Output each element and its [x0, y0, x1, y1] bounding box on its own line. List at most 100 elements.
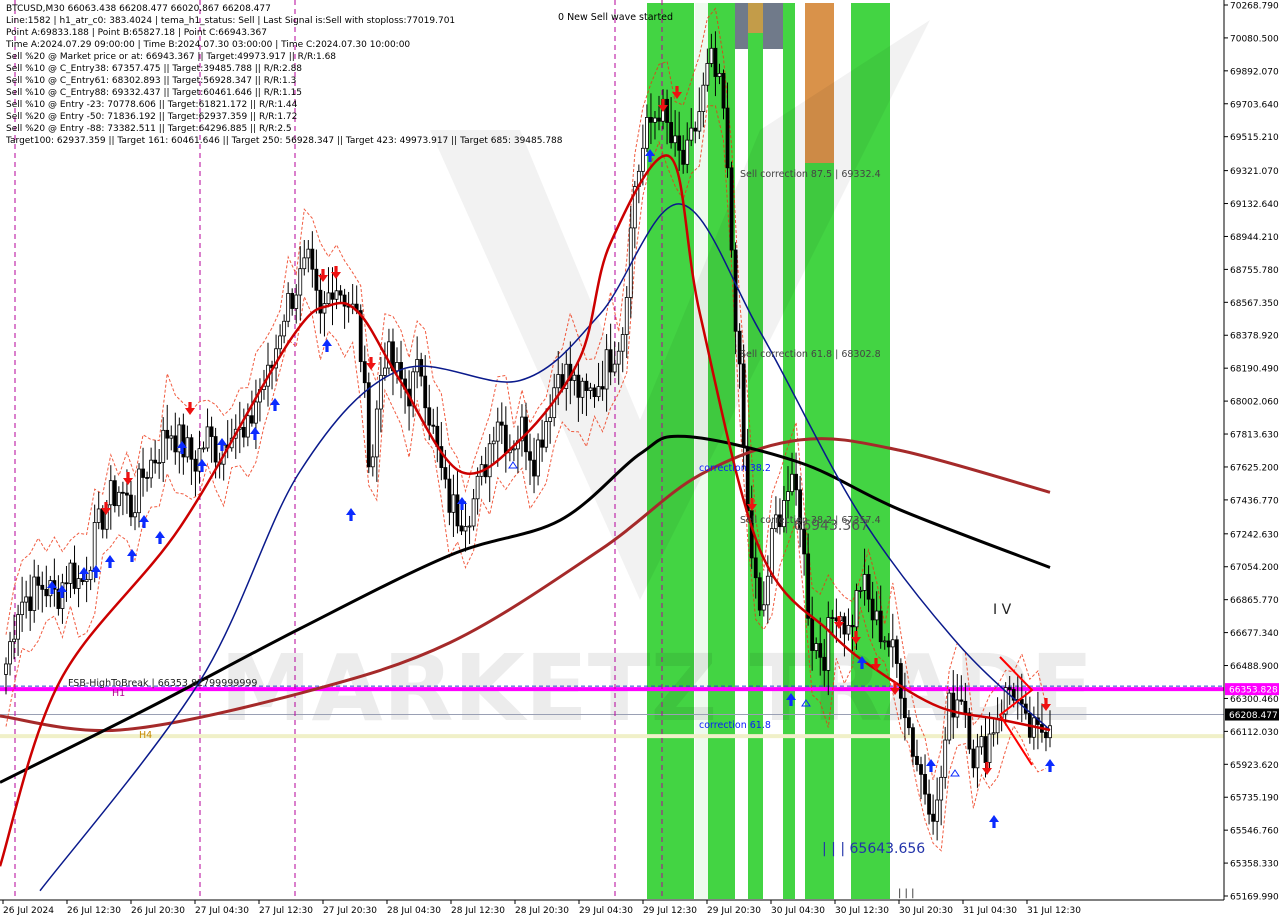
- h4-label: H4: [139, 730, 153, 741]
- price-tick-label: 69132.640: [1230, 200, 1279, 210]
- price-tick-label: 66677.340: [1230, 629, 1279, 639]
- candle-body: [92, 522, 97, 571]
- candle-body: [967, 712, 972, 750]
- price-tick-label: 68567.350: [1230, 299, 1279, 309]
- candle-body: [495, 421, 500, 442]
- candle-body: [395, 362, 399, 372]
- price-tick-label: 68755.780: [1230, 266, 1279, 276]
- candle-body: [951, 692, 956, 718]
- candle-body: [620, 334, 625, 352]
- candle-body: [939, 776, 944, 801]
- candle-body: [443, 467, 448, 480]
- candle-body: [584, 380, 589, 391]
- candle-body: [149, 459, 154, 479]
- price-tick-label: 66865.770: [1230, 596, 1279, 606]
- candle-body: [36, 576, 41, 586]
- candle-body: [374, 408, 379, 458]
- candle-body: [463, 526, 468, 532]
- current-price-tag-label: 66208.477: [1229, 711, 1278, 721]
- time-tick-label: 31 Jul 04:30: [963, 906, 1017, 916]
- price-tick-label: 68944.210: [1230, 233, 1279, 243]
- candle-body: [681, 149, 686, 165]
- price-tick-label: 65923.620: [1230, 761, 1279, 771]
- candle-body: [455, 494, 460, 527]
- candle-body: [32, 576, 37, 611]
- candle-body: [358, 310, 363, 363]
- candle-body: [902, 697, 907, 719]
- h1-label: H1: [112, 688, 126, 699]
- candle-body: [1019, 699, 1024, 705]
- price-tick-label: 69321.070: [1230, 167, 1279, 177]
- candle-body: [709, 47, 714, 64]
- candle-body: [370, 456, 375, 468]
- candle-body: [616, 350, 621, 365]
- candle-body: [685, 139, 690, 165]
- price-tick-label: 65358.330: [1230, 860, 1279, 870]
- candle-body: [467, 525, 472, 528]
- info-line: Sell %20 @ Entry -50: 71836.192 || Targe…: [6, 112, 298, 122]
- candle-body: [64, 582, 69, 585]
- candle-body: [987, 733, 992, 763]
- candle-body: [540, 439, 545, 448]
- candle-body: [947, 692, 952, 741]
- candle-body: [790, 473, 794, 492]
- candle-body: [96, 508, 101, 523]
- candle-body: [487, 443, 492, 478]
- candle-body: [249, 415, 254, 424]
- candle-body: [1044, 731, 1048, 739]
- info-line: BTCUSD,M30 66063.438 66208.477 66020.867…: [6, 4, 271, 14]
- time-tick-label: 26 Jul 2024: [3, 906, 54, 916]
- info-line: Line:1582 | h1_atr_c0: 383.4024 | tema_h…: [6, 16, 456, 26]
- candle-body: [165, 429, 170, 439]
- candle-body: [979, 736, 984, 748]
- candle-body: [491, 440, 496, 445]
- correction-382-label: correction 38.2: [699, 463, 771, 474]
- info-line: Sell %10 @ C_Entry38: 67357.475 || Targe…: [6, 64, 303, 74]
- candle-body: [818, 643, 823, 658]
- candle-body: [528, 451, 532, 461]
- candle-body: [645, 117, 649, 149]
- candle-body: [725, 107, 730, 169]
- candle-body: [705, 63, 710, 86]
- candle-body: [451, 494, 456, 513]
- candle-body: [971, 748, 976, 769]
- candle-body: [931, 813, 936, 822]
- candle-body: [955, 699, 960, 718]
- candle-body: [870, 598, 875, 621]
- candle-body: [241, 426, 246, 438]
- candle-body: [761, 604, 766, 611]
- candle-body: [794, 473, 798, 491]
- candle-body: [596, 386, 601, 398]
- candle-body: [24, 596, 29, 603]
- candle-body: [846, 624, 851, 635]
- price-tick-label: 65735.190: [1230, 794, 1279, 804]
- candle-body: [548, 417, 553, 422]
- price-tick-label: 65169.990: [1230, 893, 1279, 903]
- candle-body: [330, 292, 335, 300]
- time-tick-label: 27 Jul 20:30: [323, 906, 377, 916]
- candle-body: [4, 663, 8, 675]
- orange-block: [748, 3, 763, 33]
- price-tick-label: 66488.900: [1230, 662, 1279, 672]
- new-wave-label: 0 New Sell wave started: [558, 12, 674, 23]
- candle-body: [657, 117, 661, 122]
- candle-body: [306, 248, 311, 259]
- candle-body: [201, 447, 206, 450]
- candle-body: [544, 421, 549, 448]
- candle-body: [28, 596, 33, 611]
- candle-body: [193, 458, 198, 472]
- candle-body: [205, 426, 210, 449]
- candle-body: [810, 617, 815, 651]
- candle-body: [911, 727, 915, 757]
- candle-body: [769, 528, 774, 577]
- candle-body: [511, 448, 516, 451]
- wave-iv-label: I V: [993, 602, 1012, 618]
- candle-body: [153, 459, 158, 464]
- candle-body: [963, 700, 968, 714]
- time-tick-label: 28 Jul 20:30: [515, 906, 569, 916]
- candle-body: [189, 437, 194, 460]
- candle-body: [431, 424, 436, 427]
- price-tick-label: 70080.500: [1230, 34, 1279, 44]
- candle-body: [137, 468, 141, 514]
- candle-body: [608, 349, 613, 373]
